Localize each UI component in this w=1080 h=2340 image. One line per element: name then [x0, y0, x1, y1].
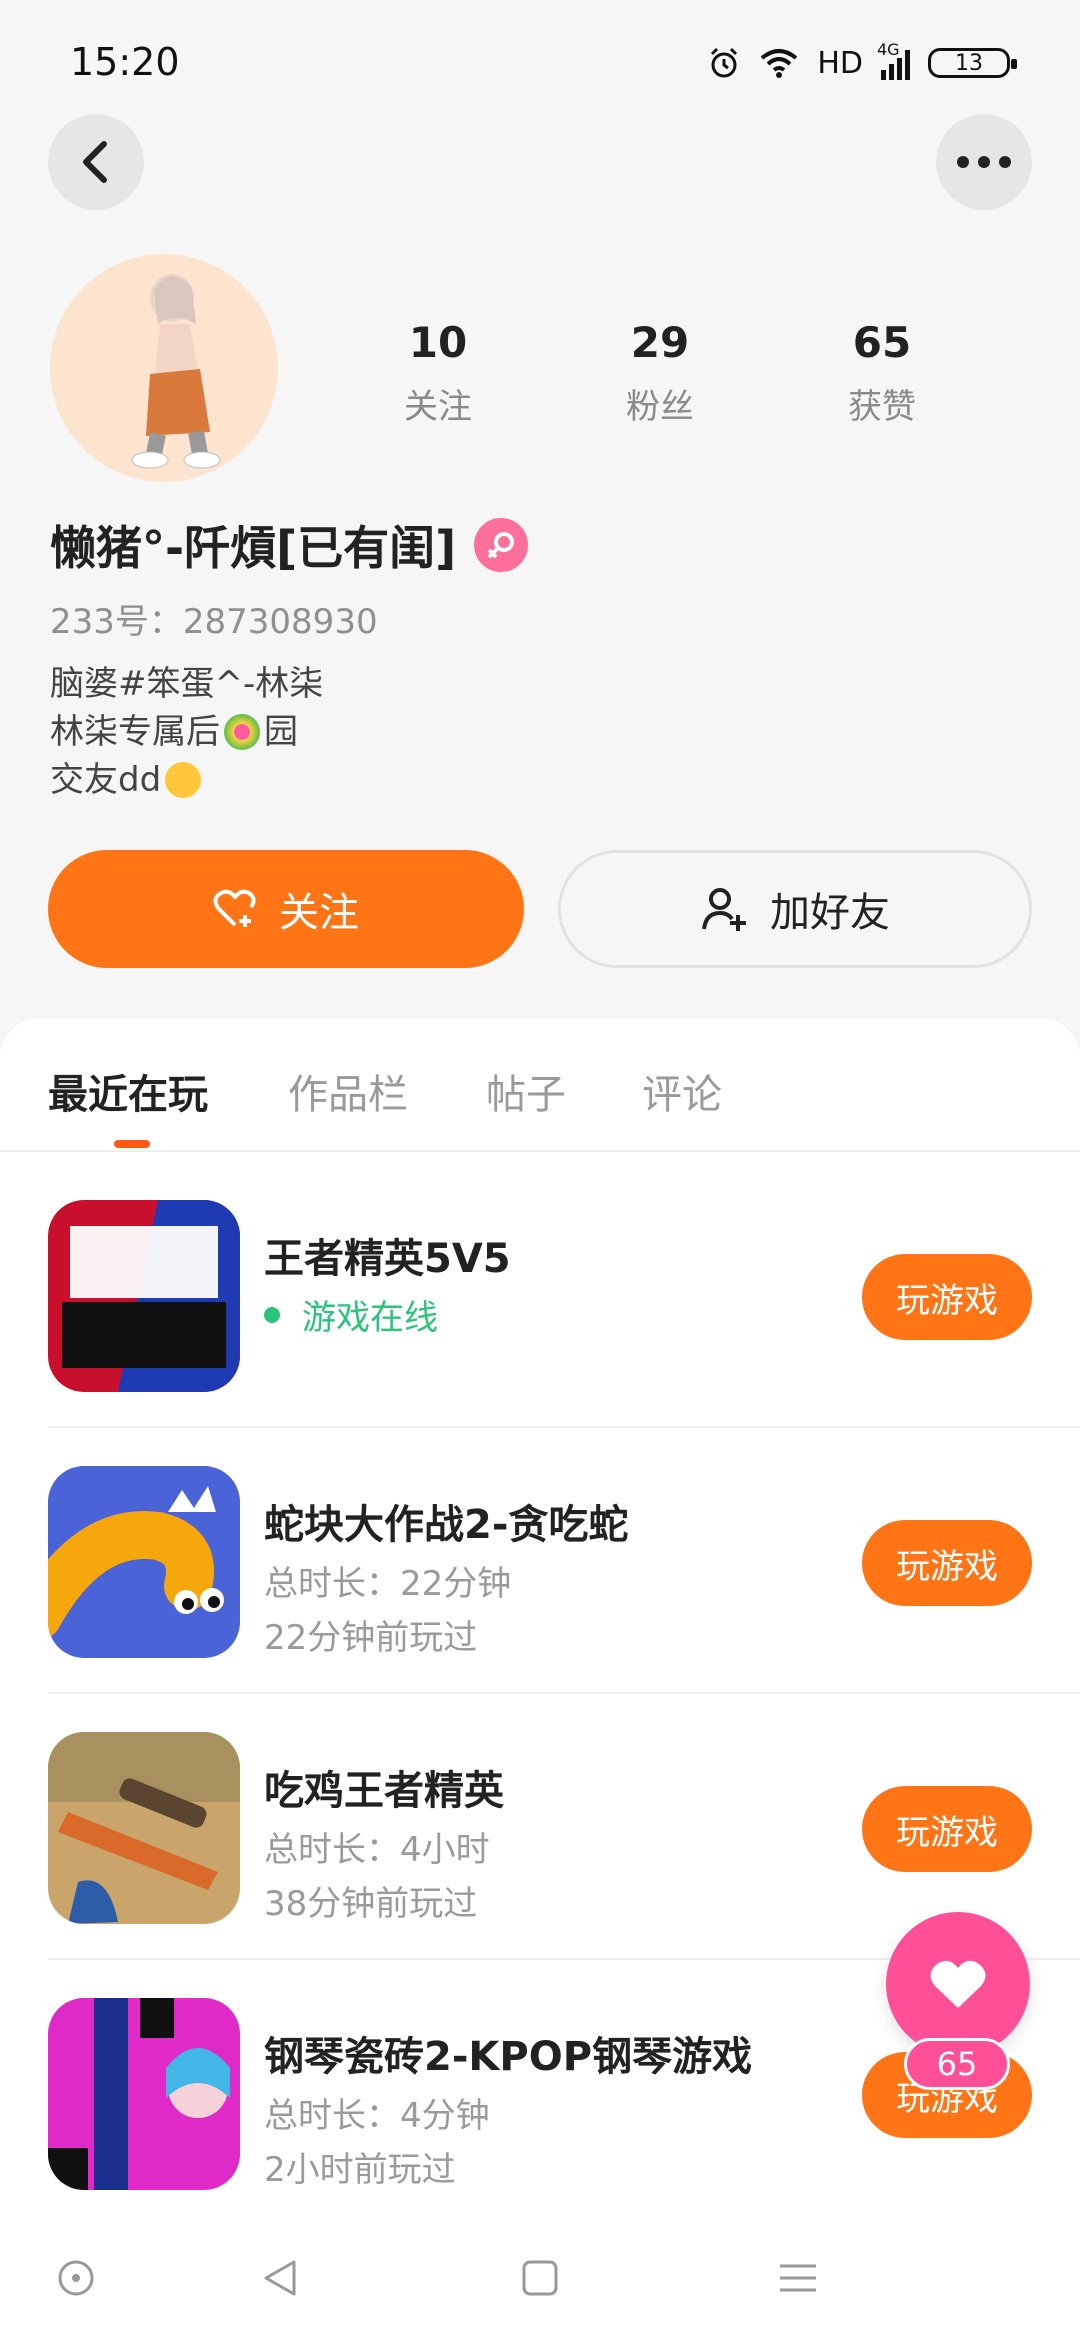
divider: [48, 1426, 1080, 1428]
username: 懒猪°-阡熕[已有闺]: [50, 521, 457, 575]
status-time: 15:20: [70, 40, 180, 84]
square-home-icon: [522, 2260, 558, 2296]
bio-line-2: 林柒专属后 园: [50, 712, 298, 752]
back-button[interactable]: [48, 114, 144, 210]
game-row[interactable]: 蛇块大作战2-贪吃蛇 总时长：22分钟 22分钟前玩过 玩游戏: [48, 1466, 1080, 1662]
alarm-icon: [711, 47, 738, 78]
status-bar: 15:20 HD 4G 13: [0, 0, 1080, 120]
divider: [0, 1150, 1080, 1152]
tab-comments[interactable]: 评论: [642, 1062, 722, 1120]
total-duration: 总时长：4分钟: [264, 2096, 490, 2136]
total-duration: 总时长：4小时: [264, 1830, 490, 1870]
tab-posts[interactable]: 帖子: [486, 1062, 566, 1120]
flower-emoji-icon: [224, 714, 260, 750]
female-gender-icon: [474, 518, 529, 572]
tab-indicator: [114, 1140, 150, 1148]
tab-bar: 最近在玩 作品栏 帖子 评论: [0, 1018, 1080, 1152]
bio: 脑婆#笨蛋^-林柒 林柒专属后 园 交友dd: [50, 660, 323, 804]
follow-button[interactable]: 关注: [48, 850, 524, 968]
game-icon-wangzhe: [48, 1200, 240, 1392]
play-game-button[interactable]: 玩游戏: [862, 1520, 1032, 1606]
add-friend-button[interactable]: 加好友: [558, 850, 1032, 968]
username-row: 懒猪°-阡熕[已有闺]: [50, 512, 529, 578]
game-row[interactable]: 吃鸡王者精英 总时长：4小时 38分钟前玩过 玩游戏: [48, 1732, 1080, 1928]
signal-icon: 4G: [877, 40, 910, 80]
more-icon: [957, 156, 1011, 168]
stat-followers[interactable]: 29 粉丝: [580, 318, 740, 428]
add-user-icon: [702, 888, 746, 931]
like-fab[interactable]: [886, 1912, 1030, 2056]
stat-following[interactable]: 10 关注: [358, 318, 518, 428]
more-button[interactable]: [936, 114, 1032, 210]
bio-line-3: 交友dd: [50, 756, 323, 804]
last-played: 2小时前玩过: [264, 2150, 456, 2190]
bio-line-1: 脑婆#笨蛋^-林柒: [50, 664, 324, 704]
game-title: 吃鸡王者精英: [264, 1768, 504, 1814]
circle-dot-icon: [58, 2260, 94, 2296]
nav-home-button[interactable]: [516, 2254, 564, 2302]
game-icon-piano: [48, 1998, 240, 2190]
game-row[interactable]: 王者精英5V5 游戏在线 玩游戏: [48, 1200, 1080, 1396]
game-title: 王者精英5V5: [264, 1236, 511, 1282]
tab-recent-play[interactable]: 最近在玩: [48, 1062, 208, 1120]
triangle-back-icon: [264, 2260, 296, 2296]
nav-back-button[interactable]: [256, 2254, 304, 2302]
user-id: 233号：287308930: [50, 602, 378, 642]
hd-label: HD: [817, 45, 863, 81]
heart-plus-icon: [213, 889, 256, 927]
battery-icon: 13: [928, 48, 1017, 78]
last-played: 38分钟前玩过: [264, 1884, 478, 1924]
avatar[interactable]: [50, 254, 278, 482]
drooling-face-emoji-icon: [165, 762, 202, 798]
assistant-button[interactable]: [52, 2254, 100, 2302]
chevron-left-icon: [83, 141, 107, 183]
online-status: 游戏在线: [264, 1290, 438, 1339]
stat-likes[interactable]: 65 获赞: [802, 318, 962, 428]
game-icon-sniper: [48, 1732, 240, 1924]
play-game-button[interactable]: 玩游戏: [862, 1786, 1032, 1872]
status-icons: HD 4G 13: [707, 40, 1017, 86]
play-game-button[interactable]: 玩游戏: [862, 1254, 1032, 1340]
game-title: 蛇块大作战2-贪吃蛇: [264, 1502, 629, 1548]
divider: [48, 1692, 1080, 1694]
nav-menu-button[interactable]: [774, 2254, 822, 2302]
total-duration: 总时长：22分钟: [264, 1564, 512, 1604]
heart-icon: [930, 1960, 986, 2008]
online-dot-icon: [264, 1306, 280, 1323]
menu-icon: [780, 2264, 816, 2292]
wifi-icon: [761, 49, 798, 78]
last-played: 22分钟前玩过: [264, 1618, 478, 1658]
game-icon-snake: [48, 1466, 240, 1658]
like-count: 65: [904, 2038, 1010, 2090]
game-title: 钢琴瓷砖2-KPOP钢琴游戏: [264, 2034, 753, 2080]
avatar-illustration: [131, 274, 221, 469]
tab-works[interactable]: 作品栏: [288, 1062, 408, 1120]
system-nav-bar: [0, 2220, 1080, 2340]
